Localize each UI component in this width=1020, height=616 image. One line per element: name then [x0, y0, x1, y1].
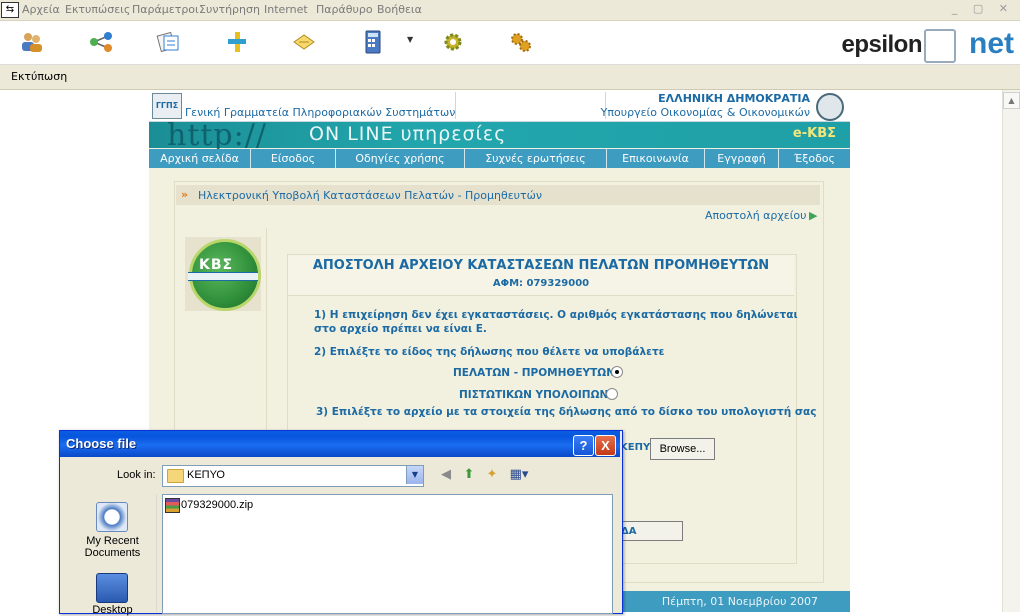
recent-documents-icon[interactable]	[96, 502, 128, 532]
scroll-up-icon[interactable]: ▲	[1003, 92, 1020, 109]
network-icon[interactable]	[88, 30, 114, 54]
nav-contact[interactable]: Επικοινωνία	[607, 149, 705, 168]
step1-line1: 1) Η επιχείρηση δεν έχει εγκαταστάσεις. …	[314, 309, 798, 321]
tax-id: ΑΦΜ: 079329000	[492, 278, 590, 289]
up-folder-icon[interactable]: ⬆	[460, 467, 478, 483]
print-bar: Εκτύπωση	[0, 65, 1020, 90]
tools-icon[interactable]	[224, 30, 250, 54]
menu-maintenance[interactable]: Συντήρηση	[199, 3, 260, 16]
place-desktop[interactable]: Desktop	[69, 604, 156, 616]
ministry-title: Υπουργείο Οικονομίας & Οικονομικών	[600, 106, 810, 119]
logo-box	[924, 29, 956, 63]
look-in-value: ΚΕΠΥΟ	[187, 469, 225, 481]
banner-service: e-ΚΒΣ	[792, 126, 836, 141]
desktop-icon[interactable]	[96, 573, 128, 603]
section-title: Ηλεκτρονική Υποβολή Καταστάσεων Πελατών …	[198, 189, 543, 202]
banner-http: http://	[167, 118, 267, 153]
state-seal-icon	[816, 93, 844, 121]
place-desktop-label: Desktop	[92, 604, 133, 616]
app-menu-icon[interactable]: ⇆	[1, 2, 19, 18]
calculator-dropdown-icon[interactable]: ▼	[407, 35, 413, 44]
form-title: ΑΠΟΣΤΟΛΗ ΑΡΧΕΙΟΥ ΚΑΤΑΣΤΑΣΕΩΝ ΠΕΛΑΤΩΝ ΠΡΟ…	[312, 258, 770, 273]
step1-line2: στο αρχείο πρέπει να είναι Ε.	[314, 323, 487, 335]
new-folder-icon[interactable]: ✦	[483, 467, 501, 483]
menu-help[interactable]: Βοήθεια	[377, 3, 422, 16]
site-nav: Αρχική σελίδα Είσοδος Οδηγίες χρήσης Συχ…	[149, 149, 850, 168]
section-titlebar: » Ηλεκτρονική Υποβολή Καταστάσεων Πελατώ…	[176, 185, 820, 205]
radio-credit-label: ΠΙΣΤΩΤΙΚΩΝ ΥΠΟΛΟΙΠΩΝ:	[459, 389, 613, 401]
logo-epsilon: epsilon	[841, 31, 922, 58]
dialog-title: Choose file	[66, 436, 137, 451]
menu-internet[interactable]: Internet	[264, 3, 308, 16]
ggps-logo-icon: ΓΓΠΣ	[152, 93, 182, 119]
nav-home[interactable]: Αρχική σελίδα	[149, 149, 251, 168]
documents-icon[interactable]	[155, 30, 181, 54]
look-in-select[interactable]: ΚΕΠΥΟ ▼	[162, 465, 424, 487]
menu-prints[interactable]: Εκτυπώσεις	[65, 3, 130, 16]
radio-credit[interactable]	[606, 388, 618, 400]
current-date: Πέμπτη, 01 Νοεμβρίου 2007	[661, 595, 818, 608]
help-button[interactable]: ?	[573, 435, 594, 456]
notebook-icon[interactable]	[291, 30, 317, 54]
radio-customers[interactable]	[611, 366, 623, 378]
menu-window[interactable]: Παράθυρο	[316, 3, 373, 16]
view-menu-icon[interactable]: ▦▾	[507, 467, 531, 483]
gear-icon[interactable]	[440, 30, 466, 54]
double-chevron-icon: »	[181, 188, 189, 201]
kbs-logo-text: ΚΒΣ	[199, 257, 234, 273]
banner-online: ON LINE υπηρεσίες	[309, 123, 507, 145]
chevron-down-icon[interactable]: ▼	[406, 466, 423, 484]
place-recent-label: My Recent Documents	[84, 535, 141, 559]
vertical-scrollbar[interactable]	[1002, 90, 1020, 612]
place-recent[interactable]: My Recent Documents	[69, 535, 156, 559]
print-button[interactable]: Εκτύπωση	[11, 70, 67, 83]
menu-files[interactable]: Αρχεία	[22, 3, 60, 16]
menu-bar: ⇆ Αρχεία Εκτυπώσεις Παράμετροι Συντήρηση…	[0, 0, 1020, 21]
header-divider	[455, 92, 456, 119]
menu-parameters[interactable]: Παράμετροι	[132, 3, 199, 16]
kbs-band	[188, 272, 258, 281]
file-item[interactable]: 079329000.zip	[181, 499, 253, 511]
republic-title: ΕΛΛΗΝΙΚΗ ΔΗΜΟΚΡΑΤΙΑ	[658, 92, 810, 105]
look-in-label: Look in:	[117, 469, 156, 481]
step3-text: 3) Επιλέξτε το αρχείο με τα στοιχεία της…	[316, 406, 817, 418]
nav-exit[interactable]: Έξοδος	[779, 149, 850, 168]
radio-customers-label: ΠΕΛΑΤΩΝ - ΠΡΟΜΗΘΕΥΤΩΝ:	[453, 367, 620, 379]
dialog-titlebar[interactable]: Choose file ? X	[60, 431, 620, 457]
file-list[interactable]	[162, 494, 613, 614]
back-icon[interactable]: ◀	[437, 467, 455, 483]
close-button[interactable]: X	[595, 435, 616, 456]
nav-register[interactable]: Εγγραφή	[705, 149, 779, 168]
send-file-link[interactable]: Αποστολή αρχείου	[705, 209, 807, 222]
gears-icon[interactable]	[508, 30, 534, 54]
nav-instructions[interactable]: Οδηγίες χρήσης	[336, 149, 465, 168]
date-bar: Πέμπτη, 01 Νοεμβρίου 2007	[620, 591, 850, 612]
nav-login[interactable]: Είσοδος	[251, 149, 336, 168]
logo-net: net	[969, 27, 1014, 60]
nav-faq[interactable]: Συχνές ερωτήσεις	[465, 149, 607, 168]
step2-text: 2) Επιλέξτε το είδος της δήλωσης που θέλ…	[314, 346, 665, 358]
toolbar: ▼ epsilon net	[0, 21, 1020, 65]
folder-icon	[167, 469, 184, 483]
users-icon[interactable]	[19, 30, 45, 54]
calculator-icon[interactable]	[360, 30, 386, 54]
arrow-right-icon: ▶	[809, 209, 818, 222]
zip-archive-icon	[165, 498, 180, 513]
form-header: ΑΠΟΣΤΟΛΗ ΑΡΧΕΙΟΥ ΚΑΤΑΣΤΑΣΕΩΝ ΠΕΛΑΤΩΝ ΠΡΟ…	[288, 255, 794, 296]
window-controls[interactable]: _ ▢ ✕	[952, 2, 1014, 15]
online-services-banner: http:// ON LINE υπηρεσίες e-ΚΒΣ	[149, 118, 850, 153]
browse-button[interactable]: Browse...	[650, 438, 715, 460]
submit-button[interactable]: ΔΑ	[617, 521, 683, 541]
